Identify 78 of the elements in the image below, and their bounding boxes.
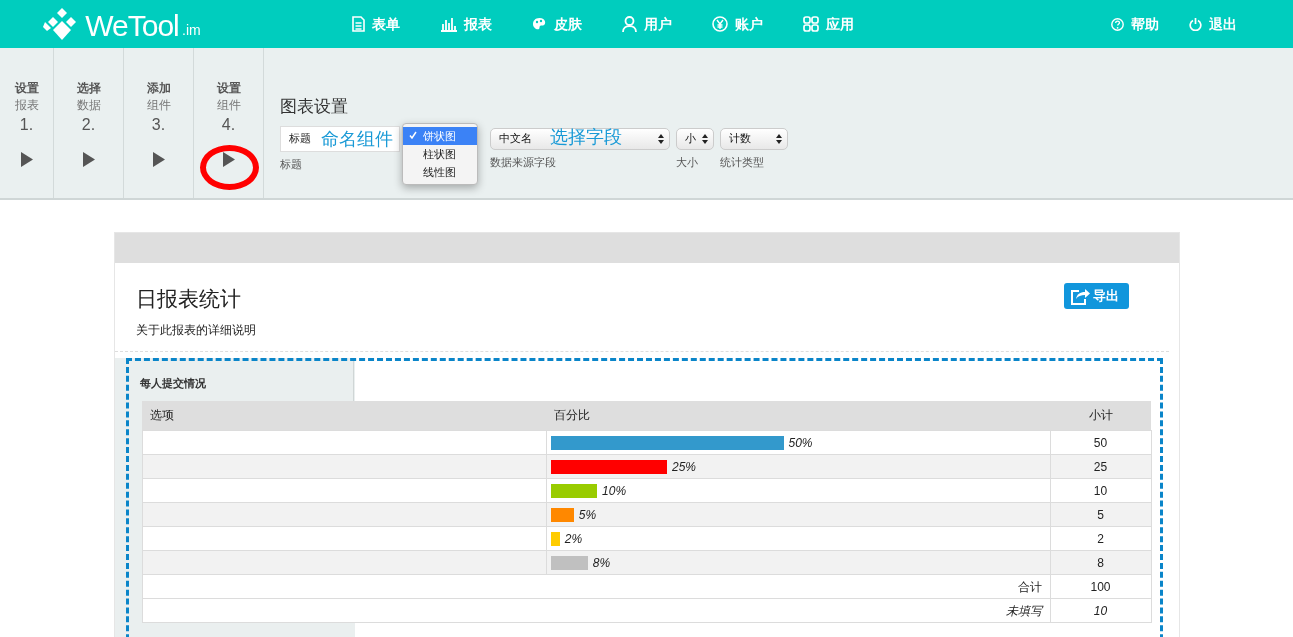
check-icon [409,130,417,139]
nav-link[interactable]: 帮助 [1111,13,1159,35]
step-title: 添加 [145,80,172,97]
power-icon [1189,17,1202,31]
step-number: 1. [18,115,35,135]
menu-option[interactable]: 柱状图 [403,144,477,163]
grid-icon [803,16,819,32]
percentage-label: 2% [564,530,583,548]
select-value: 小 [685,131,696,147]
bar-chart-icon [440,16,457,32]
step-number: 3. [150,115,167,135]
play-icon[interactable] [222,152,235,168]
field-label: 大小 [676,154,699,170]
report-description: 关于此报表的详细说明 [135,321,256,339]
select-value: 计数 [729,131,751,147]
nav-link[interactable]: 表单 [352,13,400,35]
play-icon[interactable] [20,152,33,168]
field-label: 数据来源字段 [490,154,557,170]
help-icon [1111,17,1124,31]
nav-link[interactable]: 账户 [712,13,763,35]
nav-link[interactable]: 皮肤 [532,13,582,35]
menu-option[interactable]: 线性图 [403,162,477,181]
yen-coin-icon [712,16,728,32]
select-field[interactable]: 中文名 选择字段 [490,127,670,150]
table-cell: 50 [1050,430,1151,455]
updown-arrow-icon [658,133,664,144]
step-subtitle: 组件 [215,97,242,114]
table-cell: 2 [1050,526,1151,551]
updown-arrow-icon [776,133,782,144]
select-field[interactable]: 计数 [720,127,788,150]
table-cell: 10 [1050,598,1151,623]
nav-link[interactable]: 用户 [622,13,672,35]
share-icon [1069,286,1090,305]
percentage-label: 25% [672,458,697,476]
table-cell: 8 [1050,550,1151,575]
step-title: 设置 [13,80,40,97]
table-cell: 10 [1050,478,1151,503]
step-subtitle: 报表 [13,97,40,114]
field-label: 统计类型 [720,154,765,170]
percentage-label: 5% [578,506,597,524]
column-header: 百分比 [546,400,1050,431]
user-icon [622,16,637,32]
table-cell: 25 [1050,454,1151,479]
menu-option[interactable]: 饼状图 [403,126,477,145]
nav-link[interactable]: 退出 [1189,13,1237,35]
nav-link[interactable]: 应用 [803,13,854,35]
step-number: 2. [80,115,97,135]
annotation-text: 命名组件 [321,128,393,149]
updown-arrow-icon [702,133,708,144]
table-cell: 100 [1050,574,1151,599]
select-field[interactable]: 小 [676,127,714,150]
play-icon[interactable] [82,152,95,168]
step-number: 4. [220,115,237,135]
percentage-label: 50% [788,434,813,452]
brand-logo[interactable]: WeTool.im [42,7,282,41]
percentage-label: 8% [592,554,611,572]
annotation-text: 选择字段 [550,126,622,147]
table-cell: 5 [1050,502,1151,527]
step-title: 设置 [215,80,242,97]
step-title: 选择 [75,80,102,97]
play-icon[interactable] [152,152,165,168]
export-button[interactable]: 导出 [1063,283,1129,309]
step-subtitle: 数据 [75,97,102,114]
report-title: 日报表统计 [135,286,242,312]
step-subtitle: 组件 [145,97,172,114]
section-heading: 图表设置 [280,96,349,118]
unfilled-label: 未填写 [1005,603,1042,618]
field-label: 标题 [280,156,303,172]
nav-link[interactable]: 报表 [440,13,492,35]
total-label: 合计 [1017,579,1042,594]
column-header: 选项 [142,400,546,431]
palette-icon [532,17,547,31]
column-header: 小计 [1050,400,1151,431]
percentage-label: 10% [602,482,627,500]
text-field[interactable]: 标题 命名组件 [280,125,400,152]
text-input[interactable]: 标题 [281,130,321,147]
document-icon [352,16,365,32]
select-value: 中文名 [499,131,532,147]
